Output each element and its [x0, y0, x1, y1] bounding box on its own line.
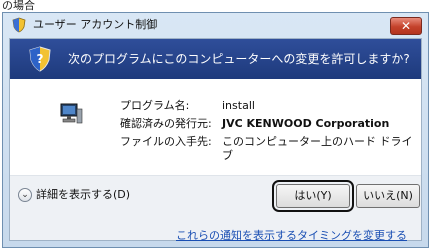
shield-icon: ?	[28, 46, 52, 72]
origin-value: このコンピューター上のハード ドライブ	[222, 135, 413, 162]
window-title: ユーザー アカウント制御	[33, 18, 158, 31]
computer-icon	[58, 101, 84, 127]
uac-dialog: ユーザー アカウント制御 ✕ ? 次のプログラムにこのコンピューターへの変更を許…	[2, 12, 429, 248]
publisher-value: JVC KENWOOD Corporation	[222, 117, 390, 130]
program-info: プログラム名: install 確認済みの発行元: JVC KENWOOD Co…	[10, 79, 421, 175]
page-caption: の場合	[2, 0, 35, 12]
title-bar: ユーザー アカウント制御 ✕	[3, 13, 428, 37]
program-name-value: install	[222, 99, 255, 112]
footer: これらの通知を表示するタイミングを変更する	[10, 215, 421, 243]
no-button[interactable]: いいえ(N)	[356, 184, 420, 208]
notification-settings-link[interactable]: これらの通知を表示するタイミングを変更する	[176, 229, 407, 243]
show-details-toggle[interactable]: 詳細を表示する(D)	[36, 188, 130, 202]
chevron-down-icon[interactable]: ⌄	[18, 188, 32, 202]
prompt-text: 次のプログラムにこのコンピューターへの変更を許可しますか?	[68, 52, 410, 66]
origin-label: ファイルの入手先:	[120, 135, 212, 148]
action-bar: ⌄ 詳細を表示する(D) はい(Y) いいえ(N)	[10, 175, 421, 216]
prompt-header: ? 次のプログラムにこのコンピューターへの変更を許可しますか?	[10, 39, 421, 79]
svg-text:?: ?	[37, 52, 44, 66]
dialog-body: ? 次のプログラムにこのコンピューターへの変更を許可しますか? プログラム名: …	[9, 38, 422, 243]
close-button[interactable]: ✕	[390, 17, 422, 35]
publisher-label: 確認済みの発行元:	[120, 117, 212, 130]
shield-icon	[11, 17, 27, 33]
program-name-label: プログラム名:	[120, 99, 190, 112]
yes-button[interactable]: はい(Y)	[276, 184, 350, 208]
